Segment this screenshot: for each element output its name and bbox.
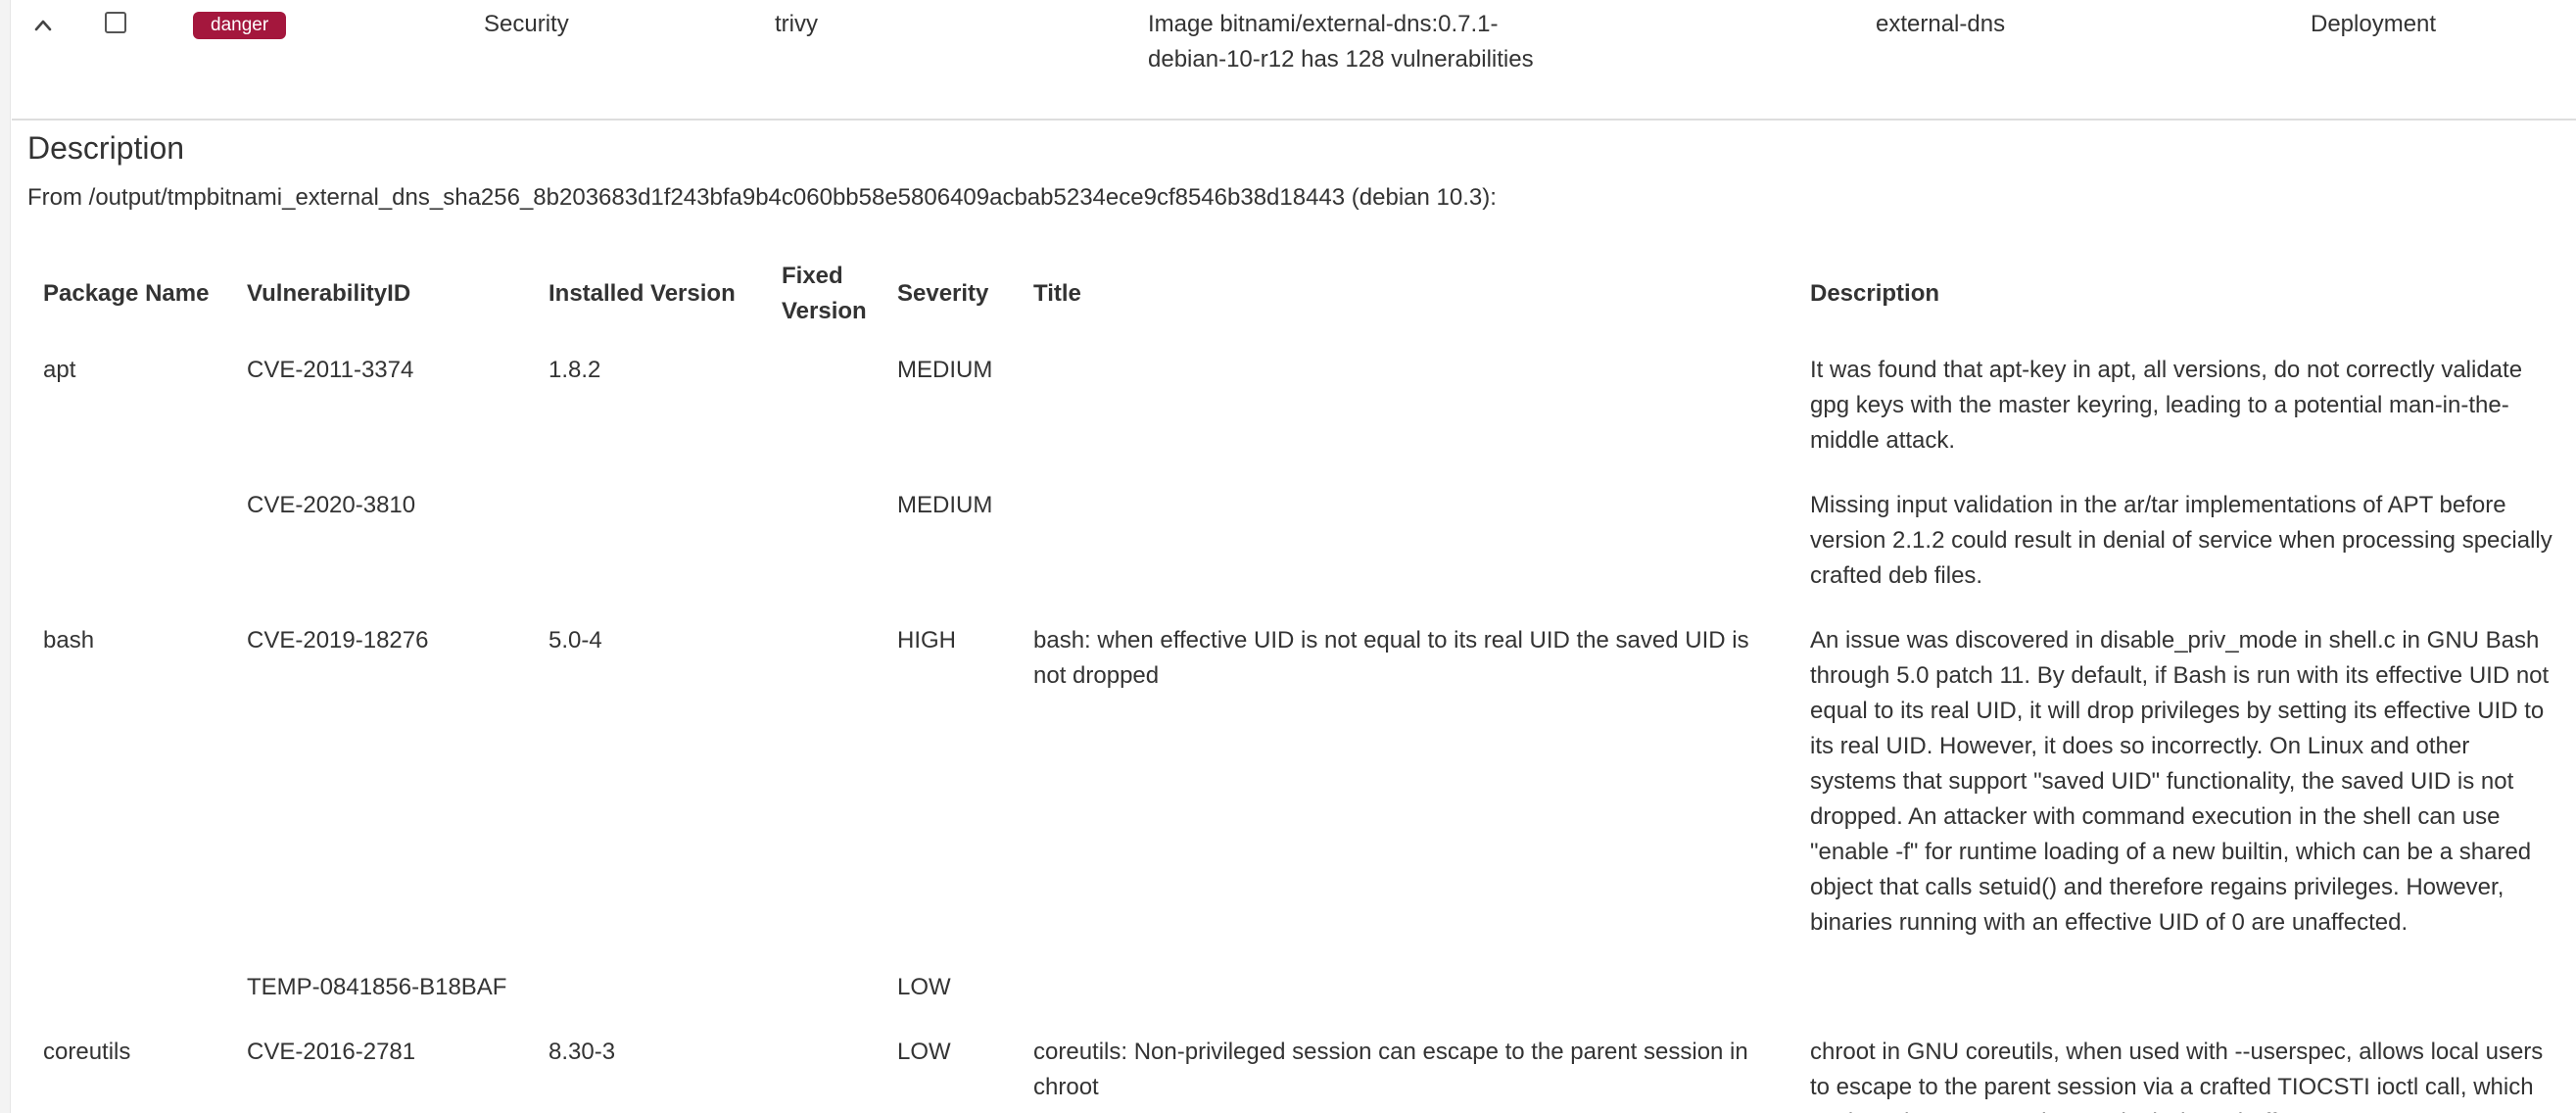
left-gutter [0, 0, 11, 1113]
header-fixed-version: Fixed Version [782, 263, 867, 324]
table-row: TEMP-0841856-B18BAF LOW [27, 956, 2574, 1021]
page: danger Security trivy Image bitnami/exte… [0, 0, 2576, 1113]
header-vulnerability-id: VulnerabilityID [247, 280, 411, 307]
description-heading: Description [27, 130, 185, 166]
package-cell: bash [43, 627, 95, 653]
severity-cell: LOW [897, 974, 951, 1000]
description-cell: Missing input validation in the ar/tar i… [1810, 492, 2552, 589]
result-row-expanded[interactable]: danger Security trivy Image bitnami/exte… [12, 0, 2576, 121]
title-cell [1018, 339, 1794, 474]
installed-version-cell [533, 956, 766, 1021]
severity-cell: MEDIUM [897, 357, 993, 383]
title-cell [1018, 956, 1794, 1021]
title-cell [1018, 474, 1794, 609]
header-title: Title [1033, 280, 1081, 307]
severity-cell: MEDIUM [897, 492, 993, 518]
description-cell: chroot in GNU coreutils, when used with … [1810, 1039, 2544, 1113]
package-cell: coreutils [43, 1039, 131, 1065]
installed-version-cell [533, 474, 766, 609]
fixed-version-cell [766, 474, 882, 609]
fixed-version-cell [766, 956, 882, 1021]
package-cell [27, 474, 231, 609]
package-cell: apt [43, 357, 76, 383]
table-row: apt CVE-2011-3374 1.8.2 MEDIUM It was fo… [27, 339, 2574, 474]
description-cell [1794, 956, 2574, 1021]
vulnerability-id-cell: CVE-2019-18276 [247, 627, 429, 653]
description-cell: An issue was discovered in disable_priv_… [1810, 627, 2550, 936]
kind-cell: Deployment [2311, 11, 2437, 37]
severity-badge: danger [193, 12, 287, 39]
header-installed-version: Installed Version [549, 280, 736, 307]
fixed-version-cell [766, 609, 882, 956]
table-header-row: Package Name VulnerabilityID Installed V… [27, 249, 2574, 339]
vulnerability-id-cell: CVE-2011-3374 [247, 357, 414, 383]
chevron-up-icon[interactable] [33, 16, 53, 35]
severity-cell: HIGH [897, 627, 956, 653]
details-panel: Description From /output/tmpbitnami_exte… [27, 123, 2564, 1113]
header-description: Description [1810, 280, 1940, 307]
title-cell: coreutils: Non-privileged session can es… [1033, 1039, 1748, 1100]
severity-cell: LOW [897, 1039, 951, 1065]
fixed-version-cell [766, 1021, 882, 1113]
vulnerability-table: Package Name VulnerabilityID Installed V… [27, 249, 2574, 1113]
package-cell [27, 956, 231, 1021]
vulnerability-id-cell: CVE-2020-3810 [247, 492, 416, 518]
vulnerability-id-cell: TEMP-0841856-B18BAF [247, 974, 507, 1000]
row-select-checkbox[interactable] [105, 12, 126, 33]
fixed-version-cell [766, 339, 882, 474]
description-source: From /output/tmpbitnami_external_dns_sha… [27, 184, 1497, 211]
header-package-name: Package Name [43, 280, 210, 307]
description-cell: It was found that apt-key in apt, all ve… [1810, 357, 2523, 454]
vulnerability-id-cell: CVE-2016-2781 [247, 1039, 416, 1065]
installed-version-cell: 5.0-4 [549, 627, 602, 653]
installed-version-cell: 1.8.2 [549, 357, 601, 383]
table-row: CVE-2020-3810 MEDIUM Missing input valid… [27, 474, 2574, 609]
title-cell: bash: when effective UID is not equal to… [1033, 627, 1749, 689]
table-row: bash CVE-2019-18276 5.0-4 HIGH bash: whe… [27, 609, 2574, 956]
message-cell: Image bitnami/external-dns:0.7.1-debian-… [1148, 11, 1534, 73]
installed-version-cell: 8.30-3 [549, 1039, 616, 1065]
category-cell: Security [484, 11, 569, 37]
resource-cell: external-dns [1876, 11, 2006, 37]
tool-cell: trivy [775, 11, 818, 37]
table-row: coreutils CVE-2016-2781 8.30-3 LOW coreu… [27, 1021, 2574, 1113]
header-severity: Severity [897, 280, 989, 307]
